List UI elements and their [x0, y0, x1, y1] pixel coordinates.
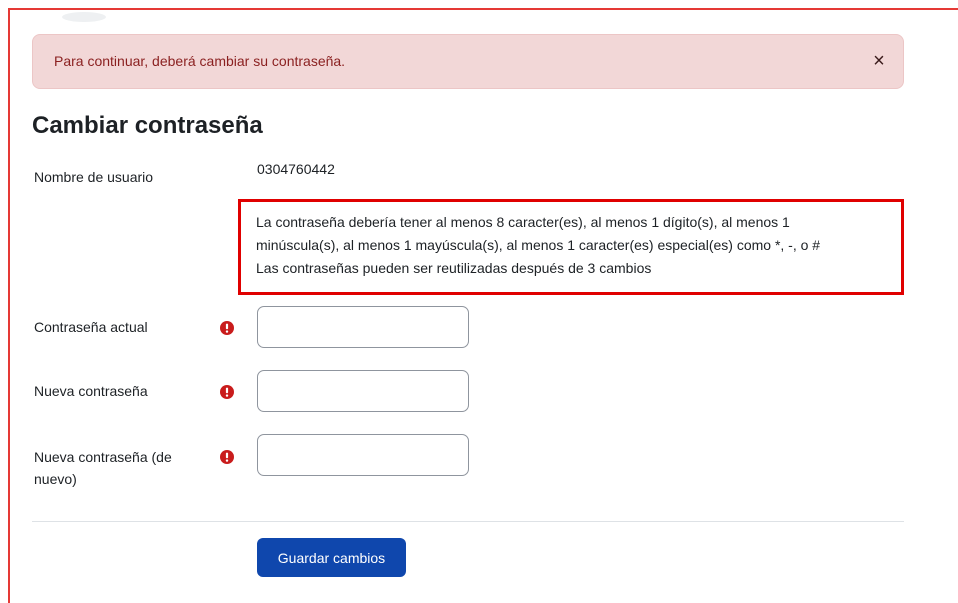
current-password-label: Contraseña actual [34, 319, 148, 335]
confirm-password-label-line2: nuevo) [34, 471, 77, 487]
header-remnant [62, 12, 106, 22]
new-password-label: Nueva contraseña [34, 383, 148, 399]
new-password-input[interactable] [257, 370, 469, 412]
policy-line: La contraseña debería tener al menos 8 c… [256, 214, 790, 230]
alert-message: Para continuar, deberá cambiar su contra… [54, 53, 346, 69]
alert-banner: Para continuar, deberá cambiar su contra… [32, 34, 904, 89]
required-icon [220, 450, 234, 464]
required-icon [220, 385, 234, 399]
username-label: Nombre de usuario [34, 169, 154, 185]
password-policy-box: La contraseña debería tener al menos 8 c… [238, 199, 904, 295]
frame-border-left [8, 8, 10, 603]
page-title: Cambiar contraseña [32, 112, 263, 139]
policy-line: minúscula(s), al menos 1 mayúscula(s), a… [256, 237, 821, 253]
required-icon [220, 321, 234, 335]
save-changes-button[interactable]: Guardar cambios [257, 538, 406, 577]
confirm-password-label-line1: Nueva contraseña (de [34, 449, 172, 465]
confirm-password-label: Nueva contraseña (de nuevo) [34, 446, 172, 490]
alert-close-icon[interactable]: × [870, 51, 888, 71]
current-password-input[interactable] [257, 306, 469, 348]
policy-line: Las contraseñas pueden ser reutilizadas … [256, 260, 652, 276]
frame-border-top [8, 8, 958, 10]
username-value: 0304760442 [257, 161, 335, 177]
confirm-password-input[interactable] [257, 434, 469, 476]
form-divider [32, 521, 904, 522]
